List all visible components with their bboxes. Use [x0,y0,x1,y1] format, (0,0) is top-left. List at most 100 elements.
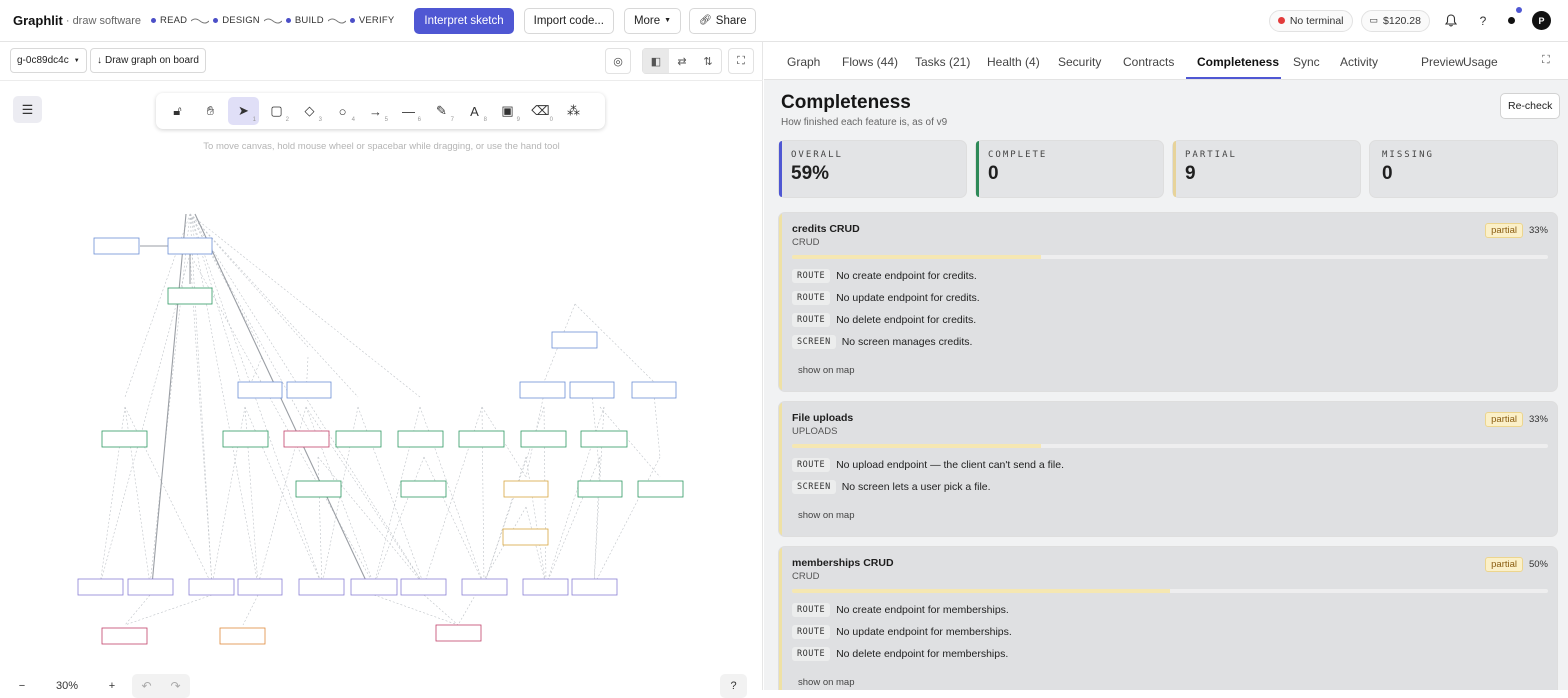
share-button[interactable]: 🔗︎ Share [689,7,757,34]
graph-node[interactable] [435,624,482,642]
zoom-level[interactable]: 30% [32,680,102,692]
split-view-icon[interactable]: ◧ [643,49,669,73]
graph-node[interactable] [219,627,266,645]
draw-graph-button[interactable]: ↓ Draw graph on board [90,48,206,73]
terminal-status[interactable]: No terminal [1268,9,1353,32]
tab-sync[interactable]: Sync [1293,55,1320,69]
eraser-tool-icon[interactable]: ⌫ 0 [525,97,556,125]
diamond-tool-icon[interactable]: ◇ 3 [294,97,325,125]
graph-node[interactable] [283,430,330,448]
lock-icon[interactable]: 🔓︎ [162,97,193,125]
extra-tools-icon[interactable]: ⁂ [558,97,589,125]
issue-row: SCREEN No screen manages credits. [792,335,972,349]
graph-node[interactable] [93,237,140,255]
graph-node[interactable] [286,381,332,399]
balance-badge[interactable]: ▭ $120.28 [1360,9,1430,32]
graph-selector[interactable]: g-0c89dc4c ▼ [10,48,87,73]
theme-toggle-icon[interactable] [1500,6,1522,32]
graph-node[interactable] [458,430,505,448]
show-on-map-link[interactable]: show on map [798,677,855,688]
graph-node[interactable] [637,480,684,498]
menu-icon[interactable]: ☰ [13,96,42,123]
interpret-sketch-button[interactable]: Interpret sketch [414,7,514,34]
graph-node[interactable] [569,381,615,399]
target-icon[interactable]: ◎ [605,48,631,74]
step-read[interactable]: READ [151,15,187,26]
line-tool-icon[interactable]: —6 [393,97,424,125]
arrow-tool-icon[interactable]: → 5 [360,97,391,125]
graph-node[interactable] [522,578,569,596]
graph-canvas[interactable] [0,172,763,652]
swap-icon[interactable]: ⇄ [669,49,695,73]
import-code-button[interactable]: Import code... [523,7,614,34]
graph-node[interactable] [400,480,447,498]
tab-tasks[interactable]: Tasks (21) [915,55,970,69]
graph-node[interactable] [551,331,598,349]
tab-graph[interactable]: Graph [787,55,820,69]
graph-node[interactable] [502,528,549,546]
tab-health[interactable]: Health (4) [987,55,1040,69]
help-button[interactable]: ? [1472,10,1494,32]
ellipse-tool-icon[interactable]: ○ 4 [327,97,358,125]
text-tool-icon[interactable]: A8 [459,97,490,125]
graph-node[interactable] [571,578,618,596]
undo-redo: ↶ ↷ [132,674,190,698]
hand-tool-icon[interactable]: ✋︎ [195,97,226,125]
graph-node[interactable] [461,578,508,596]
step-design[interactable]: DESIGN [213,15,260,26]
tab-security[interactable]: Security [1058,55,1101,69]
graph-node[interactable] [101,627,148,645]
bell-icon[interactable] [1440,10,1462,32]
more-menu-button[interactable]: More ▼ [623,7,682,34]
graph-node[interactable] [335,430,382,448]
fullscreen-icon[interactable]: ⛶ [728,48,754,74]
graph-node[interactable] [350,578,398,596]
graph-node[interactable] [397,430,444,448]
graph-node[interactable] [77,578,124,596]
graph-node[interactable] [167,287,213,305]
status-badge: partial [1485,223,1523,238]
graph-node[interactable] [519,381,566,399]
graph-node[interactable] [101,430,148,448]
graph-node[interactable] [580,430,628,448]
graph-node[interactable] [237,381,283,399]
select-tool-icon[interactable]: ➤ 1 [228,97,259,125]
graph-node[interactable] [631,381,677,399]
board-help-button[interactable]: ? [720,674,747,698]
zoom-out-icon[interactable]: − [12,680,32,692]
step-verify[interactable]: VERIFY [349,15,395,26]
graph-node[interactable] [188,578,235,596]
zoom-in-icon[interactable]: + [102,680,122,692]
show-on-map-link[interactable]: show on map [798,365,855,376]
recheck-button[interactable]: Re-check [1500,93,1561,119]
graph-node[interactable] [167,237,213,255]
feature-card: credits CRUD CRUD partial 33% ROUTE No cr… [778,212,1558,392]
graph-node[interactable] [222,430,269,448]
rectangle-tool-icon[interactable]: ▢ 2 [261,97,292,125]
undo-icon[interactable]: ↶ [141,679,151,693]
pencil-tool-icon[interactable]: ✎ 7 [426,97,457,125]
step-build[interactable]: BUILD [285,15,324,26]
show-on-map-link[interactable]: show on map [798,510,855,521]
tab-completeness[interactable]: Completeness [1197,55,1279,69]
tab-flows[interactable]: Flows (44) [842,55,898,69]
tab-activity[interactable]: Activity [1340,55,1378,69]
avatar[interactable]: P [1532,11,1551,30]
graph-node[interactable] [295,480,342,498]
tab-preview[interactable]: Preview [1421,55,1464,69]
feature-card: memberships CRUD CRUD partial 50% ROUTE N… [778,546,1558,690]
redo-icon[interactable]: ↷ [170,679,180,693]
graph-node[interactable] [400,578,447,596]
graph-node[interactable] [577,480,623,498]
tab-contracts[interactable]: Contracts [1123,55,1174,69]
graph-node[interactable] [237,578,283,596]
collapse-icon[interactable]: ⛶ [1542,54,1550,67]
image-tool-icon[interactable]: ▣ 9 [492,97,523,125]
graph-node[interactable] [127,578,174,596]
graph-node[interactable] [298,578,345,596]
graph-node[interactable] [503,480,549,498]
tab-usage[interactable]: Usage [1463,55,1498,69]
stat-accent-bar [779,141,782,197]
graph-node[interactable] [520,430,567,448]
vertical-swap-icon[interactable]: ⇅ [695,49,721,73]
